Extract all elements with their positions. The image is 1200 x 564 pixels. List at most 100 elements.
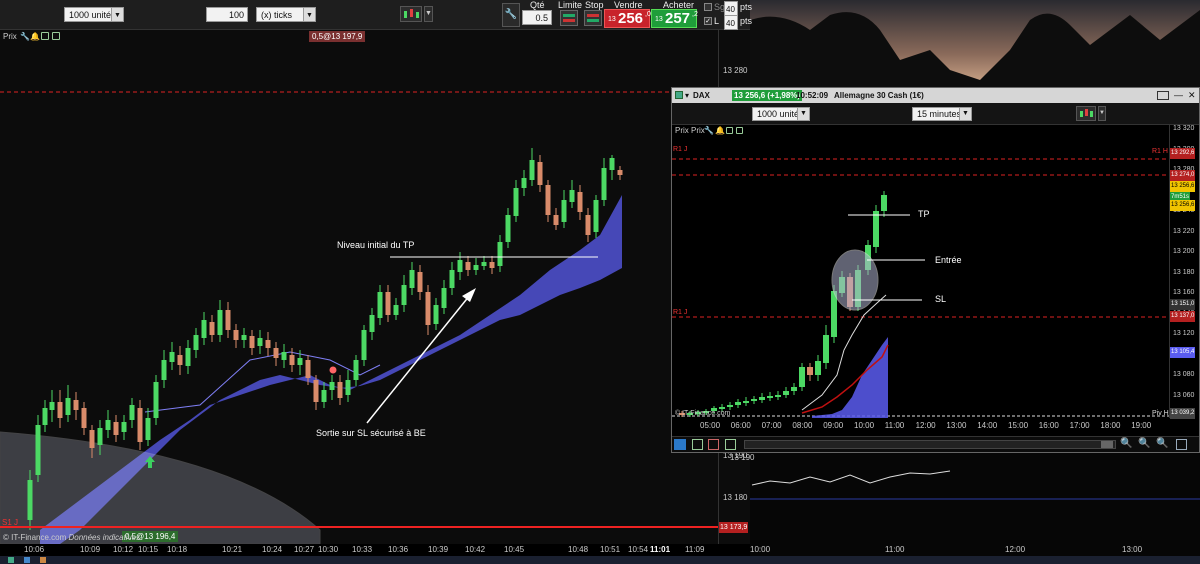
chart-type-button[interactable] bbox=[400, 6, 422, 22]
sub-chart-type-dropdown[interactable]: ▼ bbox=[1098, 106, 1106, 121]
chevron-down-icon[interactable]: ▾ bbox=[685, 88, 689, 103]
sell-price-suffix: ,0 bbox=[645, 11, 651, 18]
sub-candle bbox=[719, 407, 725, 409]
share-icon[interactable] bbox=[674, 439, 686, 450]
time-tick: 11:01 bbox=[650, 545, 671, 554]
r1h-label: R1 H bbox=[1152, 148, 1168, 155]
sub-chart-type-button[interactable] bbox=[1076, 106, 1096, 121]
candle bbox=[289, 355, 295, 365]
price-tick: 13 180 bbox=[723, 493, 748, 502]
candle bbox=[201, 320, 207, 338]
background-indicator bbox=[750, 470, 1200, 500]
sub-price-tick: 13 200 bbox=[1173, 248, 1195, 255]
candle bbox=[489, 262, 495, 268]
sub-time-tick: 15:00 bbox=[1008, 421, 1029, 430]
tag-m: 13 105,4 bbox=[1170, 347, 1196, 358]
taskbar-icon[interactable] bbox=[40, 557, 46, 563]
candle bbox=[537, 162, 543, 185]
candle bbox=[369, 315, 375, 332]
taskbar-icon[interactable] bbox=[8, 557, 14, 563]
l-value: 40 bbox=[726, 19, 735, 28]
window-titlebar[interactable]: ▾ DAX 13 256,6 (+1,98%) 10:52:09 Allemag… bbox=[672, 88, 1199, 103]
piv-label: Piv H bbox=[1152, 410, 1169, 417]
chevron-down-icon: ▼ bbox=[959, 108, 971, 120]
candle bbox=[217, 310, 223, 335]
sg-checkbox[interactable] bbox=[704, 3, 712, 11]
candle bbox=[225, 310, 231, 330]
sub-time-tick: 14:00 bbox=[977, 421, 998, 430]
copyright: © IT-Finance.com Données indicatives bbox=[3, 533, 140, 542]
l-unit: pts bbox=[740, 16, 753, 26]
candle bbox=[401, 285, 407, 305]
annotation-entry: Entrée bbox=[935, 255, 962, 265]
price-tick: 13 280 bbox=[723, 66, 748, 75]
wrench-icon[interactable]: 🔧 bbox=[502, 3, 520, 27]
sub-time-tick: 10:00 bbox=[854, 421, 875, 430]
qty-input[interactable]: 0.5 bbox=[522, 10, 552, 25]
time-tick: 10:21 bbox=[222, 545, 243, 554]
candle bbox=[569, 190, 575, 202]
time-tick: 10:45 bbox=[504, 545, 525, 554]
candle bbox=[273, 348, 279, 358]
zoom-in-icon[interactable]: 🔍 bbox=[1138, 438, 1150, 449]
sub-copyright: © IT-Finance.com bbox=[675, 410, 731, 417]
list-icon[interactable] bbox=[1157, 91, 1169, 100]
candle bbox=[97, 428, 103, 445]
export-icon[interactable] bbox=[725, 439, 736, 450]
candle bbox=[161, 360, 167, 380]
horizontal-scrollbar[interactable] bbox=[744, 440, 1116, 449]
sub-candle bbox=[767, 396, 773, 398]
candle bbox=[505, 215, 511, 242]
ticks-unit-value: (x) ticks bbox=[261, 10, 292, 20]
time-tick: 10:42 bbox=[465, 545, 486, 554]
chevron-down-icon: ▼ bbox=[797, 108, 809, 120]
time-tick: 10:30 bbox=[318, 545, 339, 554]
candle bbox=[353, 360, 359, 380]
stop-order-button[interactable] bbox=[584, 10, 602, 26]
tag-last2: 13 256,6 bbox=[1170, 200, 1196, 211]
candle bbox=[305, 360, 311, 378]
l-checkbox[interactable]: ✓ bbox=[704, 17, 712, 25]
sub-candle bbox=[873, 211, 879, 247]
s1-label: R1 J bbox=[673, 309, 688, 316]
candle bbox=[441, 288, 447, 308]
candle bbox=[73, 400, 79, 410]
instrument-label: Allemagne 30 Cash (1€) bbox=[834, 91, 924, 100]
layout-icon[interactable] bbox=[708, 439, 719, 450]
ticks-input[interactable]: 100 bbox=[206, 7, 248, 22]
taskbar-icon[interactable] bbox=[24, 557, 30, 563]
limit-icon bbox=[563, 14, 575, 22]
main-time-axis[interactable]: 10:06 10:09 10:12 10:15 10:18 10:21 10:24 10:27… bbox=[0, 544, 750, 556]
r1j-label: R1 J bbox=[673, 146, 688, 153]
sg-value-input[interactable]: 40 bbox=[724, 1, 738, 16]
sub-quantity-select[interactable]: 1000 unités ▼ bbox=[752, 107, 810, 121]
chevron-down-icon: ▼ bbox=[111, 8, 123, 21]
quantity-select[interactable]: 1000 unités ▼ bbox=[64, 7, 124, 22]
interval-select[interactable]: 15 minutes ▼ bbox=[912, 107, 972, 121]
sub-price-axis[interactable]: 13 32013 30013 28013 26013 24013 22013 2… bbox=[1169, 125, 1199, 419]
main-chart[interactable]: Prix 🔧 🔔 0,5@13 197,9 Niveau initial du … bbox=[0, 30, 718, 544]
taskbar bbox=[0, 556, 1200, 564]
time-tick: 10:48 bbox=[568, 545, 589, 554]
zoom-out-icon[interactable]: 🔍 bbox=[1120, 438, 1132, 449]
sub-price-tick: 13 060 bbox=[1173, 391, 1195, 399]
scroll-thumb[interactable] bbox=[1101, 441, 1113, 448]
limit-order-button[interactable] bbox=[560, 10, 578, 26]
tag-piv: 13 039,2 bbox=[1170, 408, 1196, 419]
close-icon[interactable]: ✕ bbox=[1188, 88, 1196, 103]
window-icon[interactable] bbox=[692, 439, 703, 450]
sub-price-tick: 13 120 bbox=[1173, 330, 1195, 337]
fit-icon[interactable] bbox=[1176, 439, 1187, 450]
dax-chart-window[interactable]: ▾ DAX 13 256,6 (+1,98%) 10:52:09 Allemag… bbox=[671, 87, 1200, 453]
minimize-icon[interactable]: — bbox=[1174, 88, 1183, 103]
bg-time-tick: 10:00 bbox=[750, 545, 771, 554]
l-label: L bbox=[714, 16, 720, 26]
chart-type-dropdown[interactable]: ▼ bbox=[424, 6, 433, 22]
ticks-unit-select[interactable]: (x) ticks ▼ bbox=[256, 7, 316, 22]
zoom-reset-icon[interactable]: 🔍 bbox=[1156, 438, 1168, 449]
candle bbox=[81, 408, 87, 428]
buy-button[interactable]: 13 257 ,2 bbox=[651, 9, 698, 28]
sell-button[interactable]: 13 256 ,0 bbox=[604, 9, 651, 28]
l-value-input[interactable]: 40 bbox=[724, 15, 738, 30]
sub-time-axis[interactable]: 05:00 06:00 07:00 08:00 09:00 10:00 11:00 12:00… bbox=[672, 421, 1169, 433]
